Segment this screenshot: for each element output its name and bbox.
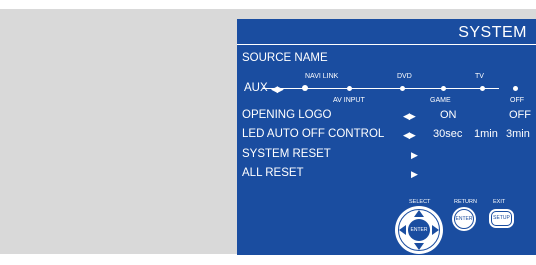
source-slider-track (263, 88, 499, 89)
exit-button-label: SETUP (491, 211, 512, 226)
return-caption: RETURN (454, 199, 477, 205)
source-slider-dot[interactable] (400, 86, 405, 91)
source-slider-dot[interactable] (302, 85, 308, 91)
opening-logo-option-on[interactable]: ON (440, 109, 457, 121)
source-name-label: SOURCE NAME (242, 52, 328, 64)
source-option-av-input[interactable]: AV INPUT (333, 97, 365, 104)
enter-button[interactable]: ENTER (408, 219, 430, 241)
right-arrow-icon[interactable]: ▶ (411, 169, 418, 180)
down-arrow-icon[interactable] (414, 243, 424, 250)
right-arrow-icon[interactable]: ▶ (411, 150, 418, 161)
source-slider-dot[interactable] (480, 86, 485, 91)
screen-title: SYSTEM (458, 24, 527, 41)
select-caption: SELECT (409, 199, 431, 205)
return-button-label: ENTER (454, 209, 474, 229)
directional-pad[interactable]: ENTER (395, 206, 443, 254)
opening-logo-option-off[interactable]: OFF (509, 109, 531, 121)
led-option-1min[interactable]: 1min (474, 128, 498, 140)
left-right-arrows-icon[interactable]: ◀▶ (271, 84, 284, 95)
source-slider-dot[interactable] (513, 86, 518, 91)
source-option-tv[interactable]: TV (475, 73, 484, 80)
opening-logo-label: OPENING LOGO (242, 109, 332, 121)
exit-caption: EXIT (493, 199, 506, 205)
source-option-game[interactable]: GAME (430, 97, 451, 104)
source-option-navi-link[interactable]: NAVI LINK (305, 73, 338, 80)
source-slider-dot[interactable] (441, 86, 446, 91)
source-option-off[interactable]: OFF (510, 97, 524, 104)
led-option-30sec[interactable]: 30sec (433, 128, 462, 140)
system-settings-screen: SYSTEM SOURCE NAME NAVI LINK DVD TV AUX … (237, 19, 536, 255)
source-option-dvd[interactable]: DVD (397, 73, 412, 80)
return-button[interactable]: ENTER (452, 207, 476, 231)
source-slider-dot[interactable] (347, 86, 352, 91)
right-arrow-icon[interactable] (432, 225, 439, 235)
all-reset-label[interactable]: ALL RESET (242, 167, 304, 179)
left-right-arrows-icon[interactable]: ◀▶ (403, 111, 416, 122)
title-divider (237, 44, 536, 45)
left-arrow-icon[interactable] (399, 225, 406, 235)
system-reset-label[interactable]: SYSTEM RESET (242, 148, 331, 160)
led-auto-off-label: LED AUTO OFF CONTROL (242, 128, 385, 140)
exit-button[interactable]: SETUP (489, 209, 514, 228)
left-right-arrows-icon[interactable]: ◀▶ (403, 130, 416, 141)
led-option-3min[interactable]: 3min (506, 128, 530, 140)
up-arrow-icon[interactable] (414, 210, 424, 217)
